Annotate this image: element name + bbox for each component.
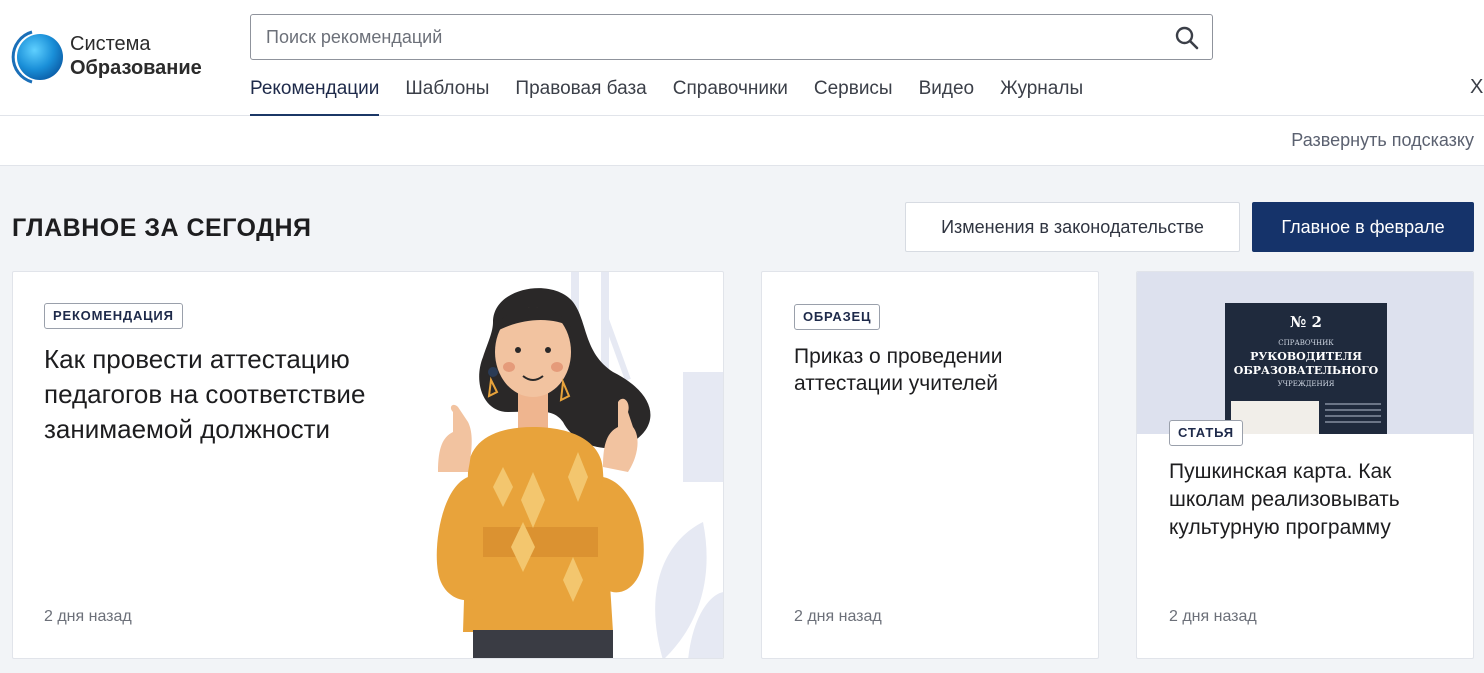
nav-journals[interactable]: Журналы — [1000, 76, 1083, 116]
section-title: ГЛАВНОЕ ЗА СЕГОДНЯ — [12, 214, 312, 242]
header: Система Образование Рекомендации Шаблоны… — [0, 0, 1484, 116]
main-in-february-button[interactable]: Главное в феврале — [1252, 202, 1474, 252]
nav-legal-base[interactable]: Правовая база — [515, 76, 646, 116]
card-article[interactable]: № 2 СПРАВОЧНИК РУКОВОДИТЕЛЯ ОБРАЗОВАТЕЛЬ… — [1136, 271, 1474, 659]
card-badge: ОБРАЗЕЦ — [794, 304, 881, 330]
book-number: № 2 — [1290, 313, 1322, 331]
card-recommendation[interactable]: РЕКОМЕНДАЦИЯ Как провести аттестацию пед… — [12, 271, 724, 659]
card-badge: РЕКОМЕНДАЦИЯ — [44, 303, 183, 329]
nav-templates[interactable]: Шаблоны — [405, 76, 489, 116]
search-icon[interactable] — [1174, 25, 1200, 51]
nav-references[interactable]: Справочники — [673, 76, 788, 116]
book-top-label: СПРАВОЧНИК — [1278, 339, 1334, 347]
card-time: 2 дня назад — [44, 608, 132, 625]
woman-thumbs-up-illustration — [436, 272, 723, 658]
card-time: 2 дня назад — [1169, 608, 1257, 625]
search-box — [250, 14, 1213, 60]
card-title[interactable]: Приказ о проведении аттестации учителей — [794, 343, 1084, 397]
nav-video[interactable]: Видео — [919, 76, 975, 116]
hint-bar: Развернуть подсказку — [0, 116, 1484, 166]
card-title[interactable]: Как провести аттестацию педагогов на соо… — [44, 342, 414, 447]
card-time: 2 дня назад — [794, 608, 882, 625]
logo-text-line1: Система — [70, 33, 151, 55]
card-badge: СТАТЬЯ — [1169, 420, 1243, 446]
nav-recommendations[interactable]: Рекомендации — [250, 76, 380, 116]
book-title-line2: ОБРАЗОВАТЕЛЬНОГО — [1233, 364, 1379, 377]
logo-text-line2: Образование — [70, 57, 202, 79]
globe-logo-icon — [11, 30, 63, 84]
book-photo — [1231, 401, 1319, 434]
card-title[interactable]: Пушкинская карта. Как школам реализовыва… — [1169, 458, 1459, 542]
card-cover: № 2 СПРАВОЧНИК РУКОВОДИТЕЛЯ ОБРАЗОВАТЕЛЬ… — [1137, 272, 1473, 434]
main-nav: Рекомендации Шаблоны Правовая база Справ… — [250, 76, 1109, 116]
card-sample[interactable]: ОБРАЗЕЦ Приказ о проведении аттестации у… — [761, 271, 1099, 659]
nav-services[interactable]: Сервисы — [814, 76, 893, 116]
logo[interactable]: Система Образование — [10, 26, 240, 90]
book-cover-image: № 2 СПРАВОЧНИК РУКОВОДИТЕЛЯ ОБРАЗОВАТЕЛЬ… — [1225, 303, 1387, 434]
book-text-lines — [1325, 403, 1381, 427]
legislation-changes-button[interactable]: Изменения в законодательстве — [905, 202, 1240, 252]
book-bottom-label: УЧРЕЖДЕНИЯ — [1277, 380, 1335, 388]
book-title-line1: РУКОВОДИТЕЛЯ — [1250, 350, 1362, 363]
nav-overflow-x[interactable]: Х — [1470, 76, 1483, 99]
search-input[interactable] — [266, 15, 1166, 59]
expand-hint-link[interactable]: Развернуть подсказку — [1291, 130, 1474, 151]
